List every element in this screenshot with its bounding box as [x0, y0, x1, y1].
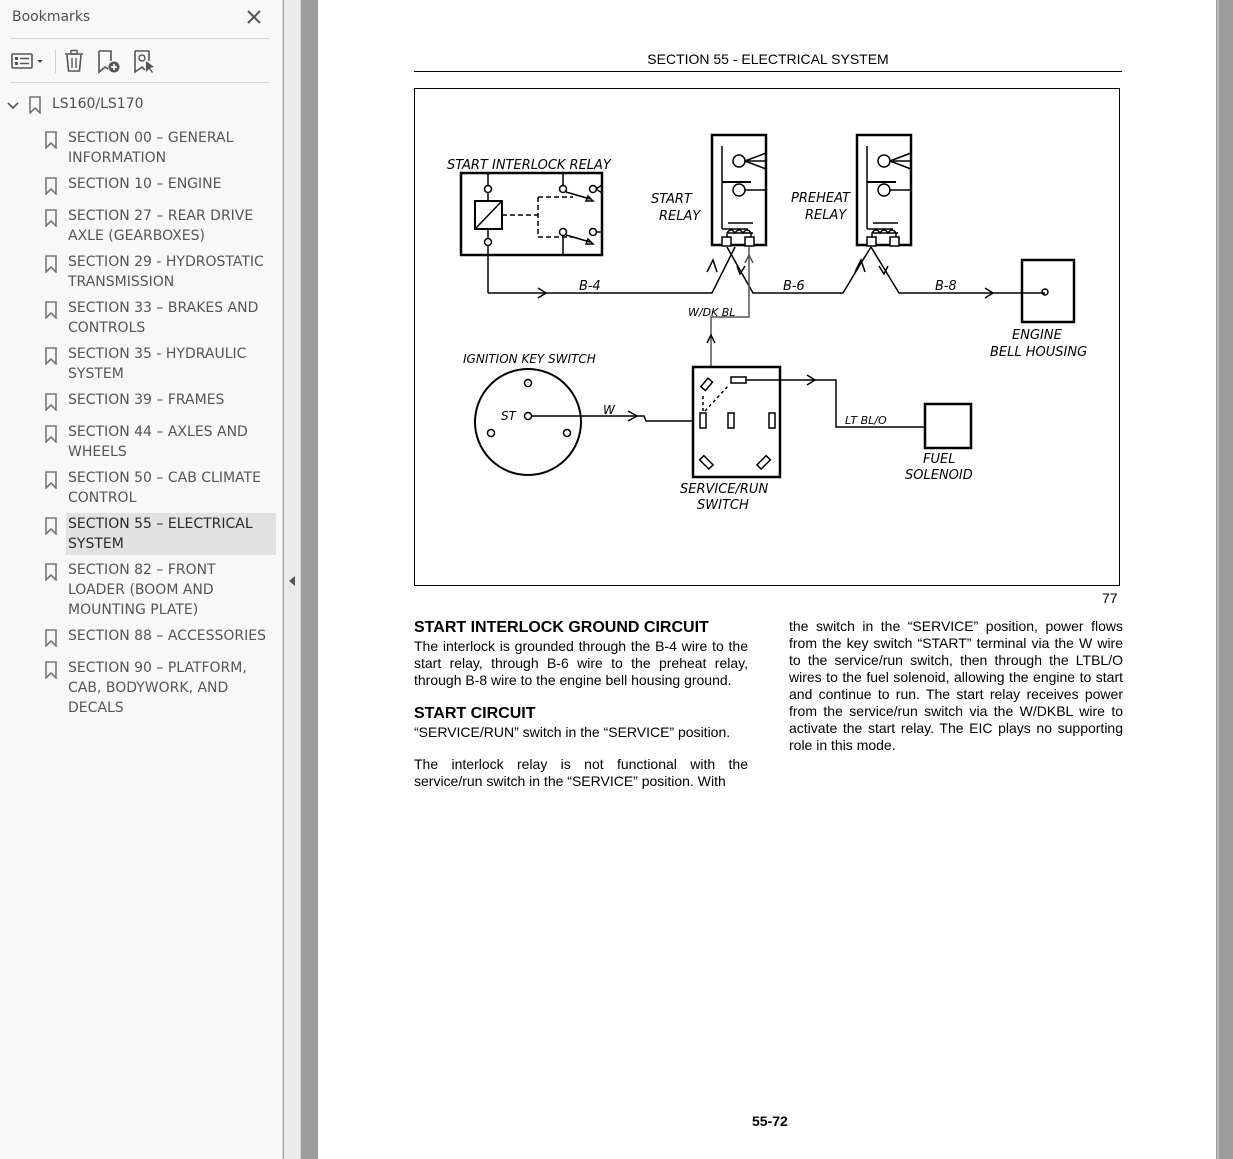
- label-service-2: SWITCH: [697, 498, 749, 513]
- figure-number: 77: [1102, 590, 1118, 606]
- panel-title: Bookmarks: [12, 9, 91, 25]
- document-page: SECTION 55 - ELECTRICAL SYSTEM START INT…: [318, 0, 1216, 1159]
- header-rule: [414, 71, 1122, 72]
- bookmarks-toolbar: [0, 44, 283, 80]
- divider: [10, 82, 269, 83]
- delete-bookmark-button[interactable]: [62, 48, 86, 74]
- right-column: the switch in the “SERVICE” position, po…: [789, 618, 1123, 754]
- paragraph: The interlock is grounded through the B-…: [414, 638, 748, 688]
- label-preheat-relay-1: PREHEAT: [791, 191, 851, 206]
- bookmark-label: SECTION 44 – AXLES AND WHEELS: [68, 424, 248, 460]
- collapse-arrow-icon[interactable]: [288, 572, 296, 586]
- label-st: ST: [501, 409, 518, 423]
- label-wire-w: W: [603, 403, 616, 417]
- service-run-switch: [691, 365, 782, 479]
- bookmark-icon: [45, 471, 57, 490]
- label-ignition: IGNITION KEY SWITCH: [463, 352, 596, 366]
- bookmark-label: SECTION 39 – FRAMES: [68, 392, 225, 408]
- start-interlock-relay: [459, 171, 604, 293]
- bookmark-label: SECTION 82 – FRONT LOADER (BOOM AND MOUN…: [68, 562, 216, 618]
- bookmark-label: SECTION 00 – GENERAL INFORMATION: [68, 130, 234, 166]
- bookmark-icon: [45, 255, 57, 274]
- paragraph: The interlock relay is not functional wi…: [414, 756, 748, 789]
- bookmark-label: SECTION 88 – ACCESSORIES: [68, 628, 266, 644]
- document-viewport: SECTION 55 - ELECTRICAL SYSTEM START INT…: [301, 0, 1217, 1159]
- bookmarks-header: Bookmarks: [0, 0, 283, 38]
- toolbar-separator: [55, 49, 56, 73]
- bookmark-icon: [45, 301, 57, 320]
- bookmark-icon: [45, 563, 57, 582]
- label-engine-1: ENGINE: [1012, 328, 1063, 343]
- bookmark-label: SECTION 55 – ELECTRICAL SYSTEM: [66, 513, 276, 555]
- bookmark-icon: [45, 209, 57, 228]
- bookmark-icon: [45, 661, 57, 680]
- bookmark-icon: [45, 425, 57, 444]
- label-wire-b4: B-4: [579, 279, 601, 294]
- panel-collapse-handle[interactable]: [284, 0, 301, 1159]
- trash-icon: [65, 49, 83, 72]
- label-start-relay-1: START: [651, 192, 693, 207]
- bookmark-label: SECTION 10 – ENGINE: [68, 176, 222, 192]
- paragraph: the switch in the “SERVICE” position, po…: [789, 618, 1123, 753]
- preheat-relay: [855, 133, 913, 247]
- wiring-diagram: START INTERLOCK RELAY START RELAY PREHEA…: [414, 88, 1120, 586]
- label-fuel-2: SOLENOID: [905, 468, 973, 483]
- bookmark-label: SECTION 27 – REAR DRIVE AXLE (GEARBOXES): [68, 208, 254, 244]
- label-start-relay-2: RELAY: [659, 209, 701, 224]
- bookmark-label: SECTION 50 – CAB CLIMATE CONTROL: [68, 470, 261, 506]
- bookmark-label: SECTION 29 - HYDROSTATIC TRANSMISSION: [68, 254, 264, 290]
- bookmarks-panel: Bookmarks LS160/LS170 SECTION 00 – GENER…: [0, 0, 283, 1159]
- bookmark-icon: [29, 96, 41, 115]
- chevron-down-icon[interactable]: [6, 98, 20, 112]
- bookmark-options-icon: [11, 53, 43, 69]
- label-wire-b8: B-8: [935, 279, 957, 294]
- ignition-key-switch: [474, 368, 582, 476]
- label-wire-wdkbl: W/DK BL: [688, 306, 735, 319]
- bookmark-root[interactable]: LS160/LS170: [0, 92, 283, 118]
- bookmark-icon: [45, 629, 57, 648]
- bookmark-label: SECTION 35 - HYDRAULIC SYSTEM: [68, 346, 247, 382]
- find-current-bookmark-button[interactable]: [132, 48, 158, 74]
- heading-interlock-ground: START INTERLOCK GROUND CIRCUIT: [414, 619, 709, 636]
- new-bookmark-button[interactable]: [96, 48, 122, 74]
- label-wire-b6: B-6: [783, 279, 805, 294]
- label-fuel-1: FUEL: [923, 452, 955, 467]
- running-header: SECTION 55 - ELECTRICAL SYSTEM: [647, 51, 889, 67]
- bookmark-icon: [45, 131, 57, 150]
- bookmark-icon: [45, 347, 57, 366]
- left-column: START INTERLOCK GROUND CIRCUIT The inter…: [414, 618, 748, 790]
- label-interlock-relay: START INTERLOCK RELAY: [447, 158, 612, 173]
- close-icon[interactable]: [244, 7, 264, 27]
- label-service-1: SERVICE/RUN: [680, 482, 768, 497]
- vertical-scrollbar[interactable]: [1217, 0, 1233, 1159]
- label-preheat-relay-2: RELAY: [805, 208, 847, 223]
- fuel-solenoid: [923, 402, 973, 450]
- find-current-bookmark-icon: [134, 50, 154, 74]
- divider: [10, 38, 269, 39]
- label-engine-2: BELL HOUSING: [990, 345, 1087, 360]
- new-bookmark-icon: [98, 50, 120, 74]
- wiring-diagram-drawing: START INTERLOCK RELAY START RELAY PREHEA…: [447, 133, 1087, 513]
- start-relay: [710, 133, 768, 247]
- pdf-viewer: Bookmarks LS160/LS170 SECTION 00 – GENER…: [0, 0, 1233, 1159]
- label-wire-ltblo: LT BL/O: [845, 414, 887, 427]
- bookmark-icon: [45, 517, 57, 536]
- bookmark-label: SECTION 90 – PLATFORM, CAB, BODYWORK, AN…: [68, 660, 247, 716]
- heading-start-circuit: START CIRCUIT: [414, 705, 536, 722]
- bookmark-icon: [45, 393, 57, 412]
- bookmark-options-button[interactable]: [10, 48, 48, 74]
- page-number: 55-72: [752, 1113, 788, 1129]
- bookmark-icon: [45, 177, 57, 196]
- paragraph: “SERVICE/RUN” switch in the “SERVICE” po…: [414, 724, 731, 740]
- bookmark-root-label: LS160/LS170: [52, 96, 144, 112]
- bookmark-label: SECTION 33 – BRAKES AND CONTROLS: [68, 300, 259, 336]
